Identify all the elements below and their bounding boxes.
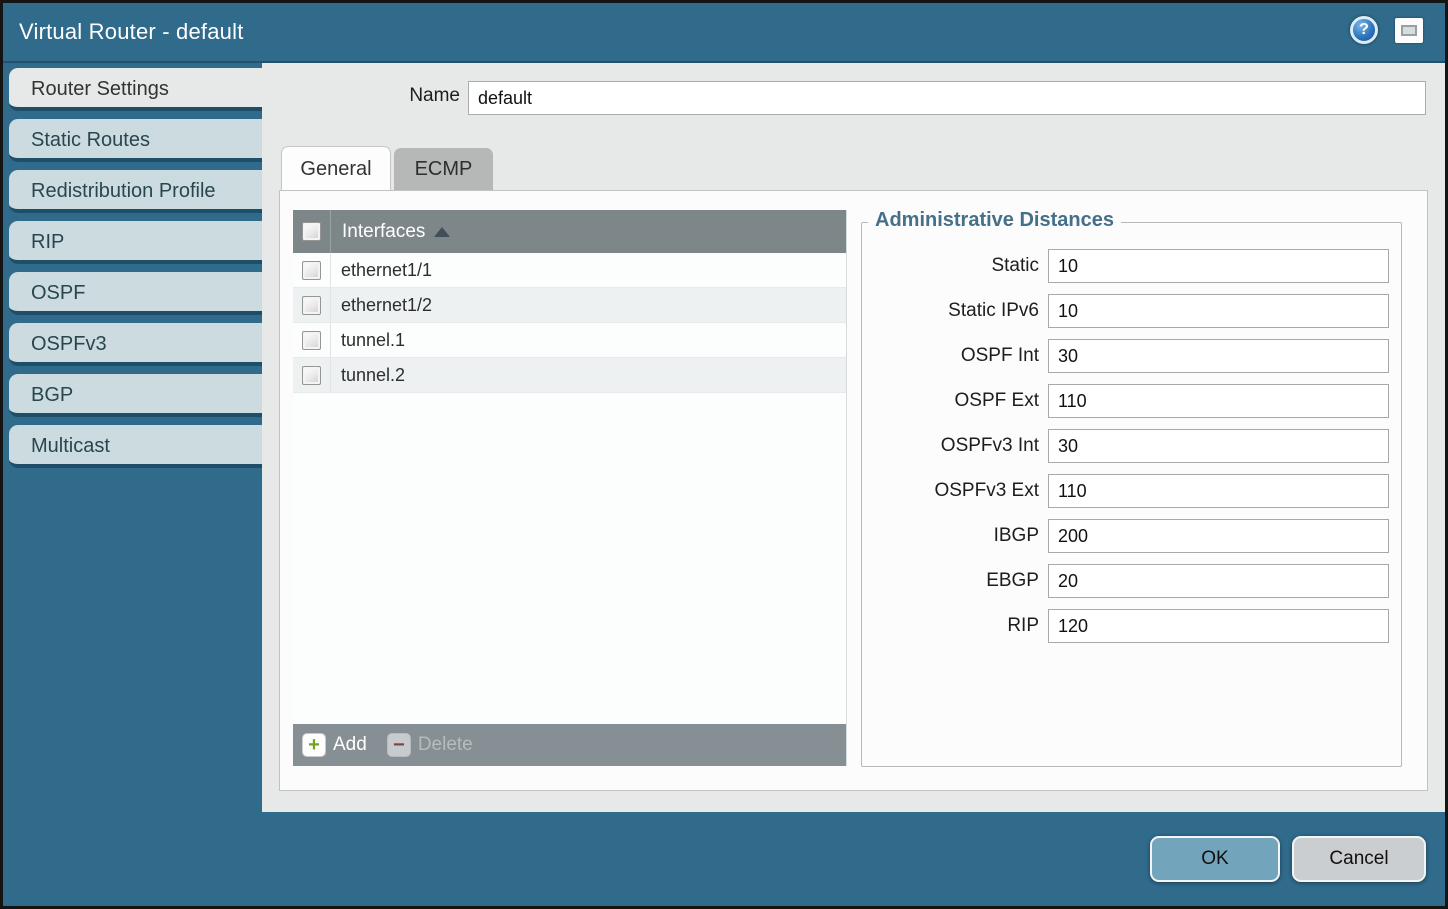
maximize-icon-inner [1401,25,1417,36]
static-ipv6-label: Static IPv6 [862,294,1048,328]
maximize-icon[interactable] [1395,18,1423,43]
tab-ecmp[interactable]: ECMP [394,148,493,190]
delete-icon: − [387,733,411,757]
table-row-ethernet1-2[interactable]: ethernet1/2 [293,288,846,323]
ebgp-label: EBGP [862,564,1048,598]
ospfv3-int-label: OSPFv3 Int [862,429,1048,463]
ospfv3-ext-label: OSPFv3 Ext [862,474,1048,508]
general-tab-panel: Interfaces ethernet1/1 ethernet [279,190,1428,791]
row-checkbox[interactable] [302,331,321,350]
interface-name: tunnel.1 [331,330,405,351]
ospfv3-int-input[interactable] [1048,429,1389,463]
ospf-ext-input[interactable] [1048,384,1389,418]
row-checkbox-cell [293,323,331,357]
field-row-static: Static [862,249,1401,283]
field-row-ospfv3-int: OSPFv3 Int [862,429,1401,463]
interfaces-header-label: Interfaces [331,221,425,243]
help-glyph: ? [1359,21,1369,39]
table-toolbar: + Add − Delete [293,724,846,766]
row-checkbox-cell [293,358,331,392]
table-row-ethernet1-1[interactable]: ethernet1/1 [293,253,846,288]
ibgp-label: IBGP [862,519,1048,553]
sidebar-item-static-routes[interactable]: Static Routes [9,119,262,162]
ospf-int-label: OSPF Int [862,339,1048,373]
sidebar-item-multicast[interactable]: Multicast [9,425,262,468]
interfaces-table-body: ethernet1/1 ethernet1/2 tunnel.1 [293,253,846,724]
delete-button[interactable]: − Delete [387,733,473,757]
field-row-ebgp: EBGP [862,564,1401,598]
field-row-ospf-ext: OSPF Ext [862,384,1401,418]
interface-name: ethernet1/1 [331,260,432,281]
virtual-router-dialog: Virtual Router - default ? Router Settin… [0,0,1448,909]
sidebar-item-router-settings[interactable]: Router Settings [9,68,262,111]
help-icon[interactable]: ? [1350,16,1378,44]
row-checkbox[interactable] [302,366,321,385]
row-checkbox[interactable] [302,261,321,280]
sidebar-item-rip[interactable]: RIP [9,221,262,264]
rip-label: RIP [862,609,1048,643]
ospf-ext-label: OSPF Ext [862,384,1048,418]
static-label: Static [862,249,1048,283]
select-all-cell [293,210,331,253]
ebgp-input[interactable] [1048,564,1389,598]
sidebar-item-bgp[interactable]: BGP [9,374,262,417]
add-button[interactable]: + Add [302,733,367,757]
field-row-ospf-int: OSPF Int [862,339,1401,373]
static-input[interactable] [1048,249,1389,283]
field-row-static-ipv6: Static IPv6 [862,294,1401,328]
name-label: Name [262,85,460,107]
sidebar-item-ospf[interactable]: OSPF [9,272,262,315]
sidebar-item-ospfv3[interactable]: OSPFv3 [9,323,262,366]
administrative-distances-fieldset: Administrative Distances Static Static I… [861,222,1402,767]
add-label: Add [333,734,367,756]
sort-ascending-icon [434,227,450,237]
ibgp-input[interactable] [1048,519,1389,553]
rip-input[interactable] [1048,609,1389,643]
table-row-tunnel-2[interactable]: tunnel.2 [293,358,846,393]
row-checkbox-cell [293,253,331,287]
field-row-ibgp: IBGP [862,519,1401,553]
ospfv3-ext-input[interactable] [1048,474,1389,508]
field-row-rip: RIP [862,609,1401,643]
content-area: Name General ECMP Interfaces [262,63,1445,812]
static-ipv6-input[interactable] [1048,294,1389,328]
cancel-button[interactable]: Cancel [1292,836,1426,882]
administrative-distances-rows: Static Static IPv6 OSPF Int OSPF Ext [862,249,1401,654]
sidebar-item-redistribution-profile[interactable]: Redistribution Profile [9,170,262,213]
interfaces-table: Interfaces ethernet1/1 ethernet [293,210,847,766]
row-checkbox[interactable] [302,296,321,315]
add-icon: + [302,733,326,757]
title-bar: Virtual Router - default ? [3,3,1445,63]
administrative-distances-title: Administrative Distances [868,209,1121,232]
ospf-int-input[interactable] [1048,339,1389,373]
interface-name: ethernet1/2 [331,295,432,316]
ok-button[interactable]: OK [1150,836,1280,882]
delete-label: Delete [418,734,473,756]
interface-name: tunnel.2 [331,365,405,386]
interfaces-column-header[interactable]: Interfaces [293,210,846,253]
field-row-ospfv3-ext: OSPFv3 Ext [862,474,1401,508]
tab-general[interactable]: General [281,146,391,190]
row-checkbox-cell [293,288,331,322]
dialog-title: Virtual Router - default [19,19,244,45]
table-row-tunnel-1[interactable]: tunnel.1 [293,323,846,358]
name-input[interactable] [468,81,1426,115]
sidebar: Router Settings Static Routes Redistribu… [9,68,262,476]
select-all-checkbox[interactable] [302,222,321,241]
